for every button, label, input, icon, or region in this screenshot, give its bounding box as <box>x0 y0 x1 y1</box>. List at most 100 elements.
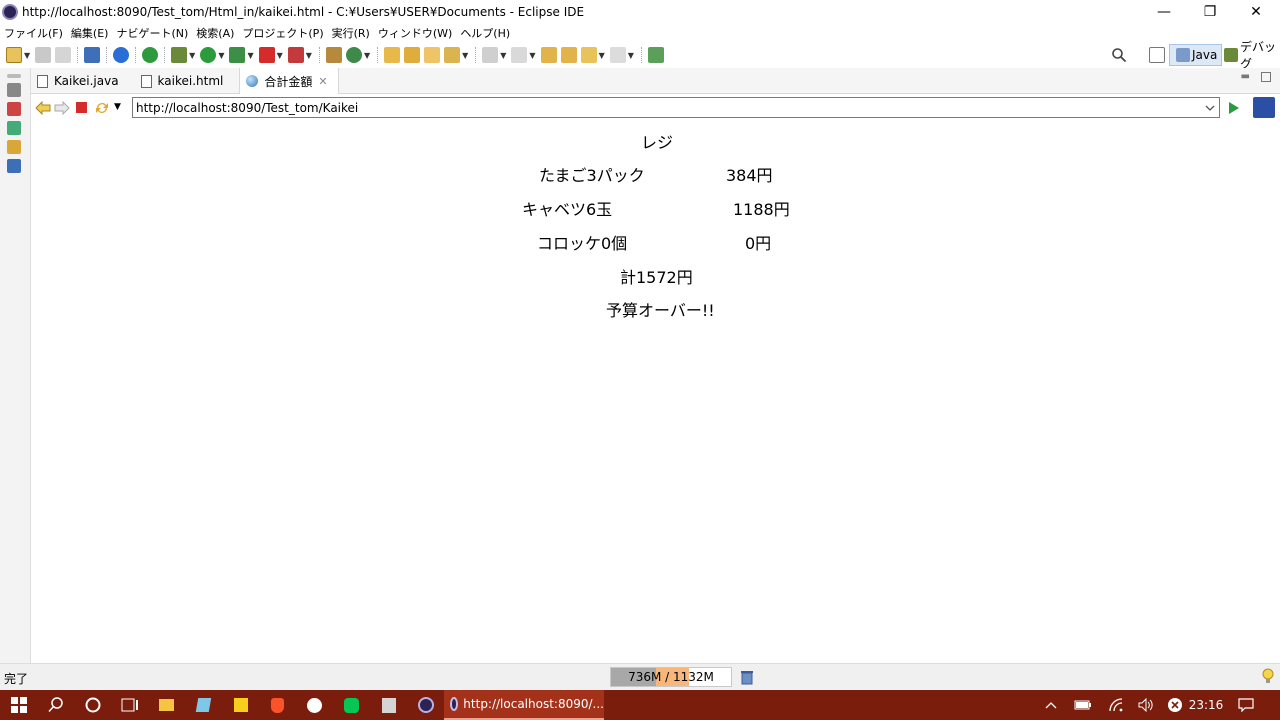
java-app-icon[interactable] <box>370 690 407 720</box>
clock[interactable]: 23:16 <box>1188 690 1224 720</box>
chevron-down-icon[interactable]: ▼ <box>599 51 605 60</box>
chevron-down-icon[interactable]: ▼ <box>114 102 121 112</box>
external-tools-icon[interactable] <box>287 47 304 63</box>
back-arrow-icon[interactable] <box>35 101 51 115</box>
eclipse-taskbar-icon[interactable] <box>407 690 444 720</box>
chevron-down-icon[interactable]: ▼ <box>24 51 30 60</box>
forward-arrow-icon[interactable] <box>54 101 70 115</box>
brave-browser-icon[interactable] <box>259 690 296 720</box>
notepad-app-icon[interactable] <box>185 690 222 720</box>
new-package-icon[interactable] <box>325 47 342 63</box>
file-explorer-icon[interactable] <box>148 690 185 720</box>
open-folder-icon[interactable] <box>424 47 441 63</box>
save-icon[interactable] <box>35 47 52 63</box>
save-all-icon[interactable] <box>55 47 72 63</box>
trash-icon[interactable] <box>740 669 754 685</box>
menu-window[interactable]: ウィンドウ(W) <box>374 25 456 41</box>
restore-button[interactable]: ❐ <box>1187 0 1233 23</box>
chevron-down-icon[interactable]: ▼ <box>500 51 506 60</box>
chevron-down-icon[interactable]: ▼ <box>306 51 312 60</box>
minimize-editor-icon[interactable]: ▬ <box>1241 71 1250 82</box>
music-app-icon[interactable] <box>296 690 333 720</box>
sticky-notes-icon[interactable] <box>222 690 259 720</box>
chevron-down-icon[interactable]: ▼ <box>462 51 468 60</box>
java-perspective-icon <box>1176 48 1190 62</box>
taskbar-active-window[interactable]: http://localhost:8090/... <box>444 690 604 720</box>
windows-taskbar: http://localhost:8090/... 23:16 <box>0 690 1280 720</box>
settings-icon[interactable] <box>113 47 130 63</box>
pin-editor-icon[interactable] <box>647 47 664 63</box>
package-explorer-icon[interactable] <box>7 83 21 97</box>
notification-icon[interactable] <box>1236 690 1256 720</box>
chevron-down-icon[interactable]: ▼ <box>218 51 224 60</box>
chevron-down-icon[interactable]: ▼ <box>247 51 253 60</box>
search-icon[interactable] <box>1111 44 1127 66</box>
wifi-icon[interactable] <box>1106 690 1126 720</box>
servers-icon[interactable] <box>7 121 21 135</box>
line-app-icon[interactable] <box>333 690 370 720</box>
chevron-down-icon[interactable]: ▼ <box>529 51 535 60</box>
previous-annotation-icon[interactable] <box>511 47 528 63</box>
new-icon[interactable] <box>6 47 22 63</box>
maximize-editor-icon[interactable] <box>1261 72 1271 82</box>
type-hierarchy-icon[interactable] <box>7 102 21 116</box>
restore-icon[interactable] <box>7 74 21 78</box>
coverage-icon[interactable] <box>229 47 246 63</box>
chevron-down-icon[interactable] <box>1205 100 1215 116</box>
task-view-icon[interactable] <box>111 690 148 720</box>
server-start-icon[interactable] <box>142 47 159 63</box>
taskbar-window-label: http://localhost:8090/... <box>463 697 604 711</box>
new-class-icon[interactable] <box>345 47 362 63</box>
go-icon[interactable] <box>1227 101 1241 115</box>
chevron-down-icon[interactable]: ▼ <box>277 51 283 60</box>
search-icon[interactable] <box>37 690 74 720</box>
refresh-icon[interactable] <box>94 100 110 116</box>
project-icon[interactable] <box>7 140 21 154</box>
volume-icon[interactable] <box>1136 690 1156 720</box>
chevron-down-icon[interactable]: ▼ <box>189 51 195 60</box>
windows-start-icon[interactable] <box>0 690 37 720</box>
next-annotation-icon[interactable] <box>482 47 499 63</box>
chevron-down-icon[interactable]: ▼ <box>364 51 370 60</box>
tab-kaikei-html[interactable]: kaikei.html <box>129 68 234 94</box>
external-browser-icon[interactable] <box>1253 97 1275 118</box>
close-icon[interactable]: ✕ <box>318 75 327 88</box>
debug-perspective-button[interactable]: デバッグ <box>1218 40 1280 71</box>
terminal-icon[interactable] <box>84 47 101 63</box>
menu-navigate[interactable]: ナビゲート(N) <box>112 25 192 41</box>
debug-icon[interactable] <box>171 47 188 63</box>
lightbulb-icon[interactable] <box>1262 668 1274 686</box>
open-task-icon[interactable] <box>404 47 421 63</box>
back-arrow-icon[interactable] <box>580 47 597 63</box>
menu-file[interactable]: ファイル(F) <box>0 25 67 41</box>
network-error-icon[interactable] <box>1165 690 1185 720</box>
url-input[interactable]: http://localhost:8090/Test_tom/Kaikei <box>132 97 1220 118</box>
cortana-icon[interactable] <box>74 690 111 720</box>
chevron-up-icon[interactable] <box>1041 690 1061 720</box>
menu-project[interactable]: プロジェクト(P) <box>238 25 327 41</box>
console-icon[interactable] <box>7 159 21 173</box>
chevron-down-icon[interactable]: ▼ <box>628 51 634 60</box>
battery-icon[interactable] <box>1073 690 1093 720</box>
toolbar-separator <box>475 47 477 63</box>
heap-status[interactable]: 736M / 1132M <box>610 667 732 687</box>
pen-icon[interactable] <box>444 47 461 63</box>
menu-edit[interactable]: 編集(E) <box>67 25 113 41</box>
menu-help[interactable]: ヘルプ(H) <box>456 25 514 41</box>
close-window-button[interactable]: ✕ <box>1233 0 1279 23</box>
menu-bar: ファイル(F) 編集(E) ナビゲート(N) 検索(A) プロジェクト(P) 実… <box>0 23 1280 42</box>
run-icon[interactable] <box>200 47 217 63</box>
open-perspective-icon[interactable] <box>1147 44 1167 66</box>
stop-icon[interactable] <box>76 102 87 113</box>
menu-run[interactable]: 実行(R) <box>328 25 374 41</box>
java-perspective-button[interactable]: Java <box>1169 44 1223 66</box>
tab-kaikei-java[interactable]: Kaikei.java <box>31 68 129 94</box>
back-forward-edit-icon[interactable] <box>560 47 577 63</box>
stop-icon[interactable] <box>258 47 275 63</box>
last-edit-icon[interactable] <box>540 47 557 63</box>
minimize-button[interactable]: — <box>1141 0 1187 23</box>
forward-arrow-icon[interactable] <box>609 47 626 63</box>
open-type-icon[interactable] <box>384 47 401 63</box>
tab-browser-total[interactable]: 合計金額 ✕ <box>239 68 339 94</box>
menu-search[interactable]: 検索(A) <box>192 25 238 41</box>
